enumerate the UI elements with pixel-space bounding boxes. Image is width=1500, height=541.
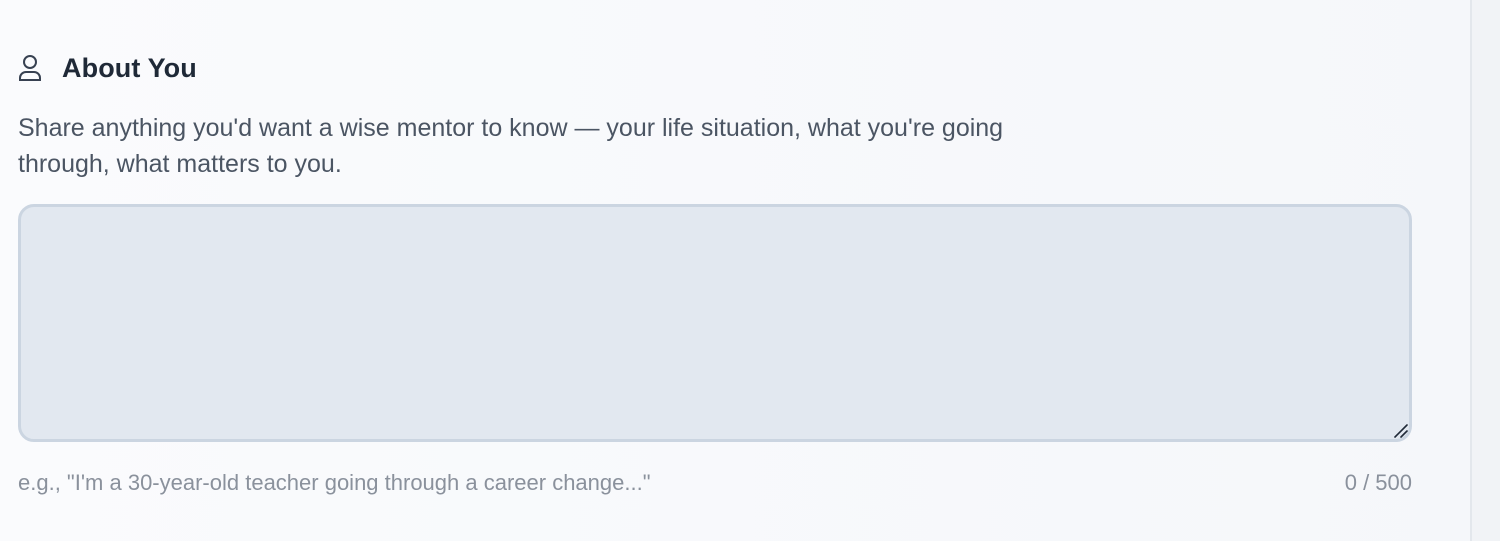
textarea-footer: e.g., "I'm a 30-year-old teacher going t… — [18, 470, 1412, 496]
character-counter: 0 / 500 — [1344, 470, 1412, 495]
resize-handle-icon[interactable] — [1392, 422, 1408, 438]
section-title: About You — [62, 52, 197, 83]
example-hint: e.g., "I'm a 30-year-old teacher going t… — [18, 470, 651, 495]
section-description: Share anything you'd want a wise mentor … — [18, 114, 1004, 178]
user-icon — [18, 53, 44, 83]
section-heading: About You — [18, 50, 197, 86]
about-you-section: About You Share anything you'd want a wi… — [18, 0, 1412, 541]
about-you-textarea-container — [18, 204, 1412, 442]
about-you-textarea[interactable] — [18, 204, 1412, 442]
scrollbar-track[interactable] — [1470, 0, 1500, 541]
